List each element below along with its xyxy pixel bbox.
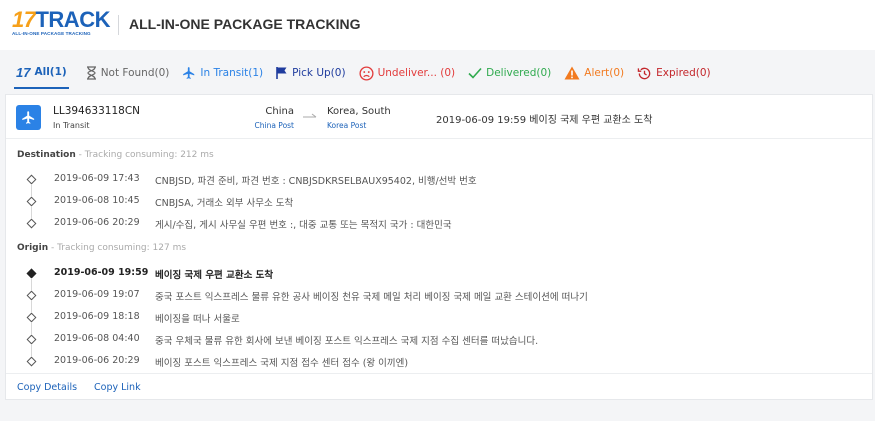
tab-all[interactable]: 17 All(1) [14, 57, 69, 89]
event-time: 2019-06-08 10:45 [54, 195, 140, 206]
timeline-diamond-icon [26, 174, 37, 185]
timeline-diamond-icon [26, 312, 37, 323]
event-description: 게시/수집, 게시 사무실 우편 번호 :, 대중 교통 또는 목적지 국가 :… [155, 220, 452, 231]
timeline-event: 2019-06-09 18:18 베이징을 떠나 서울로 [6, 310, 872, 334]
timeline-diamond-icon [26, 356, 37, 367]
warning-icon [564, 65, 580, 81]
panel-footer-divider [6, 373, 872, 374]
timeline-event: 2019-06-06 20:29 게시/수집, 게시 사무실 우편 번호 :, … [6, 216, 872, 234]
origin-section-label: Origin - Tracking consuming: 127 ms [17, 243, 186, 253]
header-divider [118, 15, 119, 35]
hourglass-icon [86, 65, 97, 81]
event-description: 중국 포스트 익스프레스 물류 유한 공사 베이징 천유 국제 메일 처리 베이… [155, 292, 588, 303]
destination-country: Korea, South [327, 106, 391, 117]
origin-country: China [265, 106, 294, 117]
origin-consuming: - Tracking consuming: 127 ms [48, 243, 187, 253]
copy-link-link[interactable]: Copy Link [94, 382, 141, 393]
tab-delivered[interactable]: Delivered(0) [468, 57, 551, 89]
tab-not-found[interactable]: Not Found(0) [86, 57, 170, 89]
tab-expired-label: Expired(0) [656, 67, 711, 79]
17track-logo[interactable]: 17 TRACK ALL-IN-ONE PACKAGE TRACKING [12, 7, 110, 38]
sad-face-icon [359, 65, 374, 81]
event-time: 2019-06-09 19:59 [54, 267, 149, 278]
history-icon [637, 65, 652, 81]
event-description: 중국 우체국 물류 유한 회사에 보낸 베이징 포스트 익스프레스 국제 지점 … [155, 336, 539, 347]
plane-icon [182, 65, 196, 81]
tab-all-label: All(1) [34, 66, 67, 78]
tab-in-transit[interactable]: In Transit(1) [182, 57, 263, 89]
copy-details-link[interactable]: Copy Details [17, 382, 77, 393]
timeline-event: 2019-06-09 17:43 CNBJSD, 파견 준비, 파견 번호 : … [6, 172, 872, 196]
tab-pick-up[interactable]: Pick Up(0) [276, 57, 346, 89]
destination-carrier-link[interactable]: Korea Post [327, 121, 366, 130]
destination-section-label: Destination - Tracking consuming: 212 ms [17, 150, 214, 160]
timeline-event: 2019-06-08 04:40 중국 우체국 물류 유한 회사에 보낸 베이징… [6, 332, 872, 356]
event-time: 2019-06-06 20:29 [54, 355, 140, 366]
event-description: 베이징 포스트 익스프레스 국제 지점 접수 센터 접수 (왕 이끼엔) [155, 358, 409, 369]
destination-label: Destination [17, 150, 76, 160]
tab-undelivered-label: Undeliver... (0) [377, 67, 456, 79]
logo-wordmark: 17 TRACK [12, 7, 110, 32]
event-time: 2019-06-09 17:43 [54, 173, 140, 184]
status-filter-tabs: 17 All(1) Not Found(0) In Transit(1) Pic… [0, 57, 875, 89]
tab-not-found-label: Not Found(0) [100, 67, 170, 79]
latest-event: 2019-06-09 19:59 베이징 국제 우편 교환소 도착 [436, 115, 653, 126]
in-transit-status-icon [16, 105, 41, 130]
event-time: 2019-06-09 18:18 [54, 311, 140, 322]
timeline-event-latest: 2019-06-09 19:59 베이징 국제 우편 교환소 도착 [6, 266, 872, 290]
timeline-event: 2019-06-09 19:07 중국 포스트 익스프레스 물류 유한 공사 베… [6, 288, 872, 312]
flag-icon [276, 65, 288, 81]
check-icon [468, 65, 482, 81]
tracking-number: LL394633118CN [53, 105, 141, 117]
tab-in-transit-label: In Transit(1) [200, 67, 264, 79]
origin-label: Origin [17, 243, 49, 253]
tab-delivered-label: Delivered(0) [486, 67, 552, 79]
timeline-diamond-icon [26, 196, 37, 207]
event-time: 2019-06-09 19:07 [54, 289, 140, 300]
event-time: 2019-06-08 04:40 [54, 333, 140, 344]
tab-expired[interactable]: Expired(0) [637, 57, 711, 89]
tab-pick-up-label: Pick Up(0) [292, 67, 346, 79]
destination-consuming: - Tracking consuming: 212 ms [75, 150, 214, 160]
event-description: CNBJSD, 파견 준비, 파견 번호 : CNBJSDKRSELBAUX95… [155, 176, 477, 187]
logo-number: 17 [12, 7, 36, 32]
timeline-diamond-filled-icon [26, 268, 37, 279]
shipment-status: In Transit [53, 121, 90, 130]
event-description: 베이징을 떠나 서울로 [155, 314, 240, 325]
tab-undelivered[interactable]: Undeliver... (0) [359, 57, 456, 89]
timeline-event: 2019-06-06 20:29 베이징 포스트 익스프레스 국제 지점 접수 … [6, 354, 872, 372]
timeline-diamond-icon [26, 334, 37, 345]
timeline-diamond-icon [26, 290, 37, 301]
origin-carrier-link[interactable]: China Post [236, 121, 295, 130]
timeline-diamond-icon [26, 218, 37, 229]
tab-alert[interactable]: Alert(0) [564, 57, 624, 89]
logo-word: TRACK [35, 7, 110, 32]
header-bar: 17 TRACK ALL-IN-ONE PACKAGE TRACKING ALL-… [0, 0, 875, 50]
page-title: ALL-IN-ONE PACKAGE TRACKING [129, 16, 361, 32]
plane-icon [22, 111, 35, 124]
event-time: 2019-06-06 20:29 [54, 217, 140, 228]
shipment-summary[interactable]: LL394633118CN In Transit China China Pos… [6, 95, 872, 139]
17-logo-icon: 17 [16, 64, 31, 80]
route-arrow-icon [303, 113, 317, 118]
event-description: CNBJSA, 거래소 외부 사무소 도착 [155, 198, 294, 209]
event-description: 베이징 국제 우편 교환소 도착 [155, 270, 274, 281]
tracking-result-panel: LL394633118CN In Transit China China Pos… [5, 94, 873, 400]
tab-alert-label: Alert(0) [584, 67, 625, 79]
timeline-event: 2019-06-08 10:45 CNBJSA, 거래소 외부 사무소 도착 [6, 194, 872, 218]
